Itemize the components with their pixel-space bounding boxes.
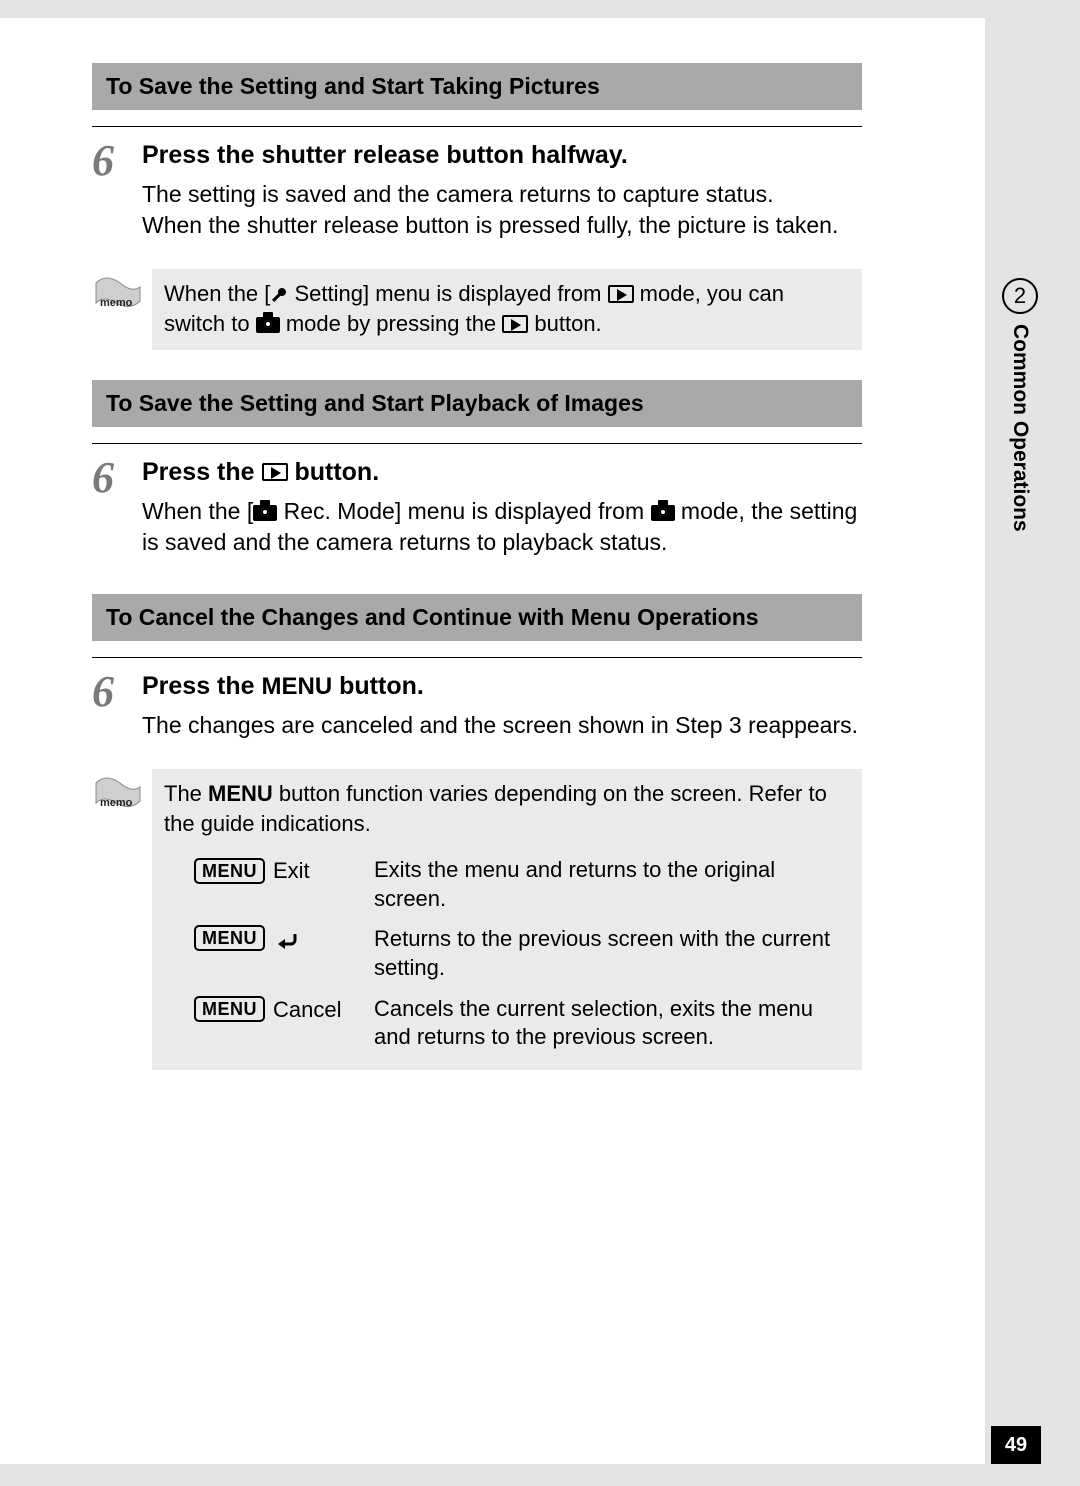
section-heading-save-pictures: To Save the Setting and Start Taking Pic… [92, 63, 862, 110]
table-row: MENU Returns to the previous screen with… [164, 919, 850, 988]
step-body-text: The changes are canceled and the screen … [142, 710, 862, 741]
menu-return-desc: Returns to the previous screen with the … [374, 925, 850, 982]
page: To Save the Setting and Start Taking Pic… [0, 18, 985, 1464]
step-block-1: 6 Press the shutter release button halfw… [92, 126, 862, 241]
playback-icon [502, 315, 528, 333]
memo-text: When the [ Setting] menu is displayed fr… [152, 269, 862, 350]
memo-block-1: memo When the [ Setting] menu is display… [92, 269, 862, 350]
side-chapter-tab: 2 Common Operations [999, 278, 1041, 532]
step-title: Press the MENU button. [142, 670, 862, 704]
step-number: 6 [92, 670, 142, 712]
menu-button-icon: MENU [194, 858, 265, 884]
step-body-text: When the [ Rec. Mode] menu is displayed … [142, 496, 862, 558]
table-row: MENU Exit Exits the menu and returns to … [164, 850, 850, 919]
menu-exit-label: Exit [273, 856, 310, 886]
menu-exit-desc: Exits the menu and returns to the origin… [374, 856, 850, 913]
step-number: 6 [92, 139, 142, 181]
chapter-number-badge: 2 [1002, 278, 1038, 314]
step-block-3: 6 Press the MENU button. The changes are… [92, 657, 862, 741]
table-row: MENU Cancel Cancels the current selectio… [164, 989, 850, 1058]
step-title: Press the shutter release button halfway… [142, 139, 862, 173]
camera-icon [256, 317, 280, 333]
step-number: 6 [92, 456, 142, 498]
step-body-text: The setting is saved and the camera retu… [142, 179, 862, 241]
playback-icon [262, 463, 288, 481]
menu-button-icon: MENU [194, 925, 265, 951]
page-number: 49 [991, 1426, 1041, 1464]
chapter-title: Common Operations [1008, 324, 1032, 532]
memo-icon: memo [92, 275, 144, 317]
content-area: To Save the Setting and Start Taking Pic… [0, 18, 985, 1070]
camera-icon [651, 505, 675, 521]
camera-icon [253, 505, 277, 521]
menu-function-table: MENU Exit Exits the menu and returns to … [164, 850, 850, 1058]
section-heading-save-playback: To Save the Setting and Start Playback o… [92, 380, 862, 427]
memo-icon: memo [92, 775, 144, 817]
menu-button-icon: MENU [194, 996, 265, 1022]
playback-icon [608, 285, 634, 303]
return-icon [273, 928, 301, 948]
menu-cancel-label: Cancel [273, 995, 341, 1025]
memo-block-2: memo The MENU button function varies dep… [92, 769, 862, 1070]
step-block-2: 6 Press the button. When the [ Rec. Mode… [92, 443, 862, 558]
section-heading-cancel: To Cancel the Changes and Continue with … [92, 594, 862, 641]
step-title: Press the button. [142, 456, 862, 490]
wrench-icon [270, 282, 288, 300]
menu-cancel-desc: Cancels the current selection, exits the… [374, 995, 850, 1052]
memo-text: The MENU button function varies dependin… [152, 769, 862, 1070]
